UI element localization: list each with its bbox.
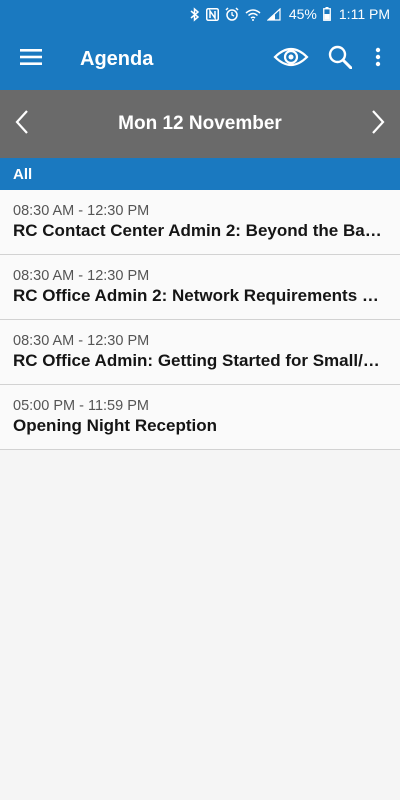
filter-label: All [13,165,33,183]
app-bar: Agenda [0,28,400,90]
session-title: Opening Night Reception [13,416,217,435]
visibility-button[interactable] [264,37,318,81]
date-navigator: Mon 12 November [0,90,400,158]
wifi-icon [245,8,261,21]
bluetooth-icon [190,6,200,22]
session-title: RC Contact Center Admin 2: Beyond the Ba… [13,221,387,240]
status-icons: 45% 1:11 PM [190,6,390,22]
signal-icon [266,7,281,21]
nfc-icon [205,7,219,21]
battery-percent: 45% [288,6,317,22]
list-item[interactable]: 08:30 AM - 12:30 PM RC Contact Center Ad… [0,190,400,255]
alarm-icon [225,7,239,21]
eye-icon [273,45,309,74]
menu-button[interactable] [14,42,48,76]
page-title: Agenda [80,47,154,70]
session-time: 08:30 AM - 12:30 PM [13,203,150,219]
next-day-button[interactable] [362,102,394,146]
menu-icon [20,48,42,70]
list-item[interactable]: 05:00 PM - 11:59 PM Opening Night Recept… [0,385,400,450]
session-title: RC Office Admin 2: Network Requirements … [13,286,387,305]
list-item[interactable]: 08:30 AM - 12:30 PM RC Office Admin 2: N… [0,255,400,320]
clock: 1:11 PM [338,6,390,22]
session-time: 05:00 PM - 11:59 PM [13,398,149,414]
previous-day-button[interactable] [6,102,38,146]
session-time: 08:30 AM - 12:30 PM [13,333,150,349]
search-button[interactable] [318,37,362,81]
agenda-screen: 45% 1:11 PM Agenda Mon 12 November All 0… [0,0,400,800]
session-time: 08:30 AM - 12:30 PM [13,268,150,284]
more-vert-icon [375,47,381,72]
filter-header[interactable]: All [0,158,400,190]
chevron-left-icon [15,109,29,140]
search-icon [328,45,353,74]
session-list: 08:30 AM - 12:30 PM RC Contact Center Ad… [0,190,400,450]
list-item[interactable]: 08:30 AM - 12:30 PM RC Office Admin: Get… [0,320,400,385]
battery-icon [322,7,331,21]
chevron-right-icon [371,109,385,140]
status-bar: 45% 1:11 PM [0,0,400,28]
current-date: Mon 12 November [118,113,282,134]
session-title: RC Office Admin: Getting Started for Sma… [13,351,387,370]
more-options-button[interactable] [366,37,390,81]
